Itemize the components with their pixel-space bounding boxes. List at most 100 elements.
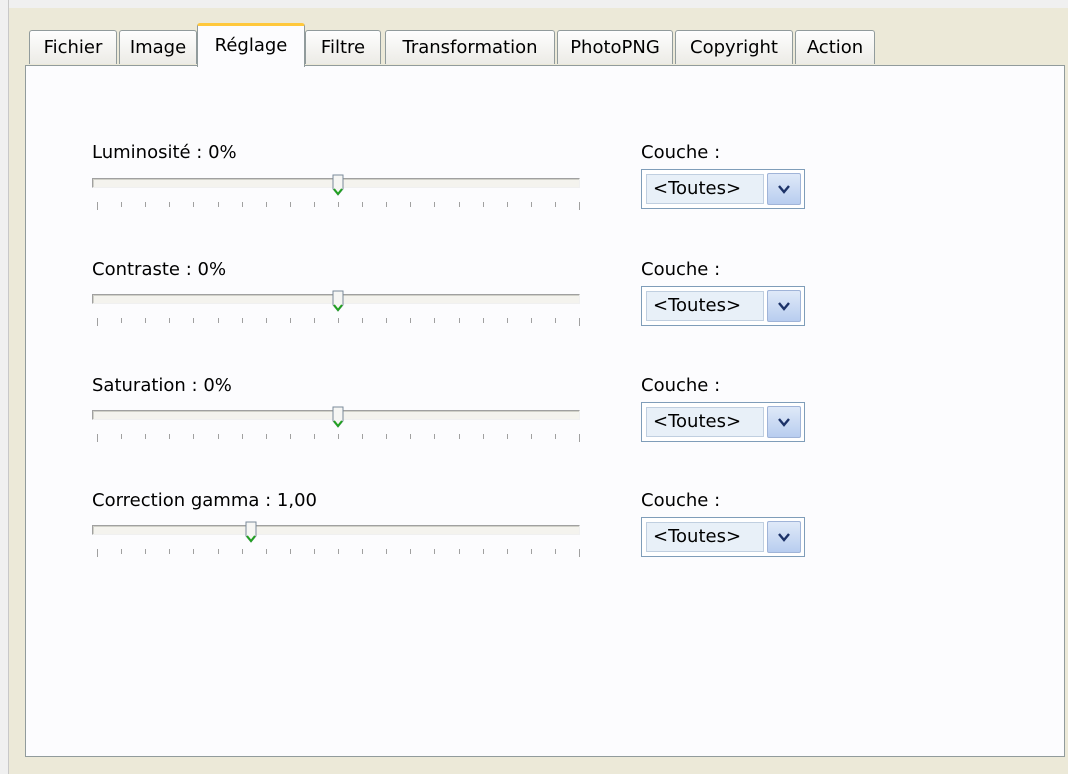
slider-tick <box>266 202 267 207</box>
layer-select-value: <Toutes> <box>646 291 764 321</box>
tab-transformation[interactable]: Transformation <box>385 30 555 64</box>
slider-tick <box>97 318 98 326</box>
layer-label: Couche : <box>641 490 721 511</box>
saturation-layer-select[interactable]: <Toutes> <box>641 402 805 442</box>
slider-tick <box>242 318 243 323</box>
slider-tick <box>531 318 532 323</box>
slider-tick <box>459 434 460 439</box>
slider-ticks <box>97 318 580 326</box>
luminosity-layer-select[interactable]: <Toutes> <box>641 169 805 209</box>
slider-tick <box>410 549 411 554</box>
dropdown-button[interactable] <box>767 173 801 205</box>
slider-tick <box>266 318 267 323</box>
slider-tick <box>121 434 122 439</box>
chevron-down-icon <box>778 184 790 194</box>
slider-tick <box>531 202 532 207</box>
slider-tick <box>242 434 243 439</box>
slider-tick <box>386 202 387 207</box>
slider-tick <box>531 549 532 554</box>
slider-tick <box>145 202 146 207</box>
dropdown-button[interactable] <box>767 521 801 553</box>
slider-thumb[interactable] <box>332 406 344 428</box>
slider-tick <box>97 549 98 557</box>
slider-tick <box>507 434 508 439</box>
slider-tick <box>507 549 508 554</box>
gamma-slider[interactable] <box>92 521 580 561</box>
slider-tick <box>266 549 267 554</box>
slider-tick <box>314 318 315 323</box>
layer-label: Couche : <box>641 142 721 163</box>
slider-tick <box>434 202 435 207</box>
slider-tick <box>193 434 194 439</box>
slider-tick <box>169 434 170 439</box>
slider-tick <box>386 434 387 439</box>
slider-tick <box>459 202 460 207</box>
slider-tick <box>459 549 460 554</box>
slider-tick <box>507 202 508 207</box>
slider-tick <box>386 318 387 323</box>
dropdown-button[interactable] <box>767 406 801 438</box>
gamma-label: Correction gamma : 1,00 <box>92 490 317 511</box>
slider-tick <box>338 549 339 554</box>
slider-thumb[interactable] <box>332 174 344 196</box>
tab-reglage[interactable]: Réglage <box>197 23 305 69</box>
slider-tick <box>483 549 484 554</box>
slider-tick <box>290 318 291 323</box>
slider-tick <box>410 434 411 439</box>
layer-select-value: <Toutes> <box>646 407 764 437</box>
slider-tick <box>218 318 219 323</box>
slider-tick <box>386 549 387 554</box>
slider-tick <box>145 318 146 323</box>
slider-tick <box>193 318 194 323</box>
saturation-slider[interactable] <box>92 406 580 446</box>
tab-copyright[interactable]: Copyright <box>675 30 793 64</box>
layer-label: Couche : <box>641 259 721 280</box>
slider-tick <box>193 549 194 554</box>
slider-tick <box>290 434 291 439</box>
slider-tick <box>169 549 170 554</box>
slider-tick <box>218 434 219 439</box>
slider-tick <box>459 318 460 323</box>
slider-ticks <box>97 549 580 557</box>
luminosity-slider[interactable] <box>92 174 580 214</box>
slider-tick <box>314 434 315 439</box>
slider-tick <box>121 549 122 554</box>
slider-tick <box>242 549 243 554</box>
slider-tick <box>121 202 122 207</box>
slider-tick <box>121 318 122 323</box>
chevron-down-icon <box>778 417 790 427</box>
contrast-slider[interactable] <box>92 290 580 330</box>
slider-tick <box>97 434 98 442</box>
tab-photopng[interactable]: PhotoPNG <box>557 30 673 64</box>
slider-thumb[interactable] <box>332 290 344 312</box>
slider-tick <box>145 434 146 439</box>
slider-tick <box>579 549 580 557</box>
slider-tick <box>218 202 219 207</box>
tab-action[interactable]: Action <box>795 30 875 64</box>
window: Fichier Image Réglage Filtre Transformat… <box>0 0 1068 774</box>
slider-tick <box>555 434 556 439</box>
slider-tick <box>362 434 363 439</box>
slider-tick <box>290 549 291 554</box>
contrast-layer-select[interactable]: <Toutes> <box>641 286 805 326</box>
slider-tick <box>145 549 146 554</box>
tab-image[interactable]: Image <box>119 30 197 64</box>
slider-thumb[interactable] <box>245 521 257 543</box>
gamma-layer-select[interactable]: <Toutes> <box>641 517 805 557</box>
slider-tick <box>362 549 363 554</box>
slider-tick <box>362 318 363 323</box>
tab-filtre[interactable]: Filtre <box>305 30 381 64</box>
slider-tick <box>483 318 484 323</box>
dropdown-button[interactable] <box>767 290 801 322</box>
layer-select-value: <Toutes> <box>646 522 764 552</box>
tab-fichier[interactable]: Fichier <box>29 30 117 64</box>
layer-label: Couche : <box>641 375 721 396</box>
slider-tick <box>483 202 484 207</box>
window-left-border <box>0 0 9 774</box>
window-top-border <box>0 0 1068 8</box>
slider-tick <box>218 549 219 554</box>
layer-select-value: <Toutes> <box>646 174 764 204</box>
slider-tick <box>290 202 291 207</box>
slider-tick <box>242 202 243 207</box>
slider-ticks <box>97 202 580 210</box>
